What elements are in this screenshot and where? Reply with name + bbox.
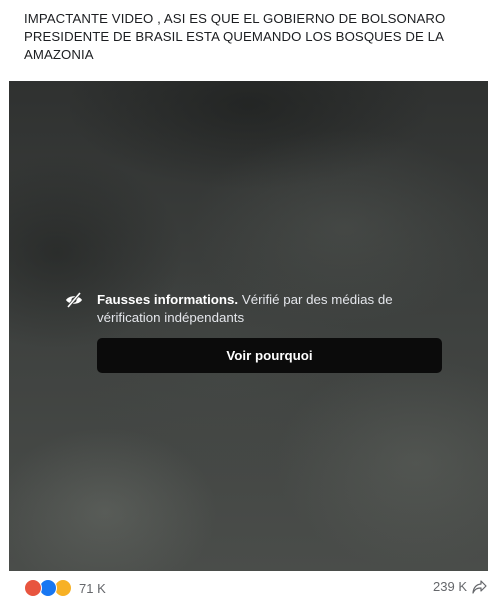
shares-count: 239 K xyxy=(433,579,467,594)
angry-reaction-icon xyxy=(24,579,42,597)
warning-title: Fausses informations. xyxy=(97,292,239,307)
shares-summary[interactable]: 239 K xyxy=(433,579,487,594)
post-caption: IMPACTANTE VIDEO , ASI ES QUE EL GOBIERN… xyxy=(24,10,484,64)
see-why-button[interactable]: Voir pourquoi xyxy=(97,338,442,373)
caption-line: PRESIDENTE DE BRASIL ESTA QUEMANDO LOS B… xyxy=(24,29,444,44)
post-footer: 71 K 239 K xyxy=(0,576,497,597)
share-icon xyxy=(472,579,487,594)
blurred-video[interactable]: Fausses informations. Vérifié par des mé… xyxy=(9,81,488,571)
hidden-eye-icon xyxy=(66,292,82,308)
caption-line: IMPACTANTE VIDEO , ASI ES QUE EL GOBIERN… xyxy=(24,11,446,26)
warning-message: Fausses informations. Vérifié par des mé… xyxy=(97,291,445,327)
caption-line: AMAZONIA xyxy=(24,47,94,62)
reactions-summary[interactable]: 71 K xyxy=(24,579,106,597)
reactions-count: 71 K xyxy=(79,580,106,596)
false-information-warning: Fausses informations. Vérifié par des mé… xyxy=(65,291,445,373)
